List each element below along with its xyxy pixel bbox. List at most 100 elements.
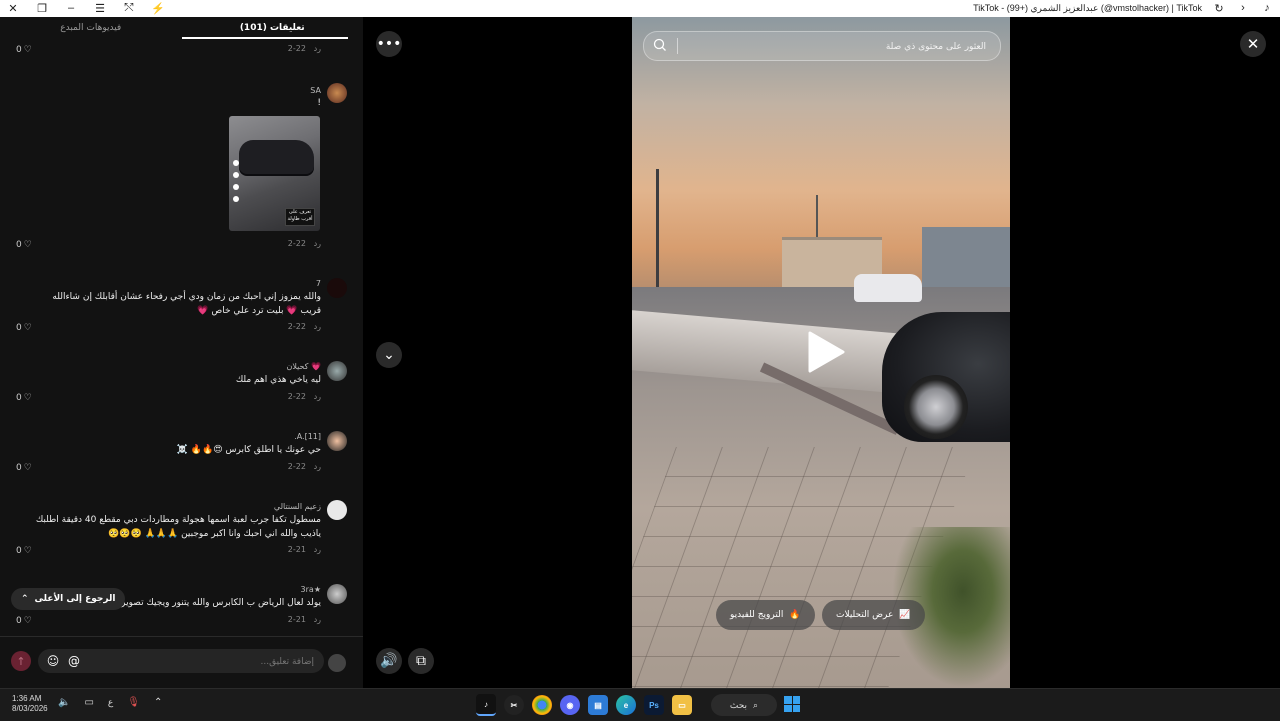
discord-app-icon[interactable]: ◉: [560, 695, 580, 715]
ellipsis-icon: •••: [376, 36, 402, 52]
comment-text: !: [317, 98, 321, 108]
speaker-icon[interactable]: 🔈: [58, 697, 70, 708]
chrome-app-icon[interactable]: [532, 695, 552, 715]
mini-player-button[interactable]: ⧉: [408, 648, 434, 674]
comment-username[interactable]: كحيلان 💗: [286, 362, 321, 371]
speaker-icon: 🔊: [380, 653, 398, 669]
comment-username[interactable]: .A.[11]: [294, 432, 321, 441]
extension-icon[interactable]: ⚡: [151, 1, 165, 15]
like-button[interactable]: 0 ♡: [16, 546, 32, 556]
avatar[interactable]: [327, 500, 347, 520]
promote-video-button[interactable]: 🔥 الترويج للفيديو: [716, 600, 815, 630]
reply-link[interactable]: رد: [314, 462, 321, 471]
video-search-input[interactable]: [684, 38, 988, 56]
comment-input-box: ☺ @: [38, 649, 324, 673]
comment-image[interactable]: تعرف على أقرب طاولة: [229, 116, 320, 231]
reply-link[interactable]: رد: [314, 545, 321, 554]
like-button[interactable]: 0 ♡: [16, 616, 32, 626]
start-button[interactable]: [784, 696, 800, 712]
like-button[interactable]: 0 ♡: [16, 45, 32, 55]
forward-icon[interactable]: ›: [1236, 1, 1250, 15]
flame-icon: 🔥: [789, 610, 801, 620]
chevron-up-icon[interactable]: ⌃: [154, 697, 162, 708]
restore-window-button[interactable]: ❐: [35, 1, 49, 15]
comment-meta: 2-22 رد: [287, 392, 321, 401]
like-button[interactable]: 0 ♡: [16, 323, 32, 333]
emoji-icon[interactable]: ☺: [44, 652, 62, 670]
image-icons: [233, 160, 239, 202]
pin-icon[interactable]: ⤲: [122, 1, 136, 15]
tiktok-icon: ♪: [1264, 2, 1270, 14]
like-button[interactable]: 0 ♡: [16, 463, 32, 473]
avatar[interactable]: [327, 431, 347, 451]
menu-icon[interactable]: ☰: [93, 1, 107, 15]
reply-link[interactable]: رد: [314, 615, 321, 624]
reply-link[interactable]: رد: [314, 322, 321, 331]
taskbar: 1:36 AM 8/03/2026 🔈 ▭ ع 🎙 ⌃ ♪ ✂ ◉ ▤ e Ps…: [0, 688, 1280, 721]
microphone-icon[interactable]: 🎙: [127, 697, 140, 708]
comment-username[interactable]: SA: [310, 86, 321, 95]
comment-composer: ↑ ☺ @: [0, 636, 363, 689]
mini-player-icon: ⧉: [416, 653, 426, 669]
refresh-icon[interactable]: ↻: [1212, 1, 1226, 15]
avatar[interactable]: [327, 584, 347, 604]
taskbar-search[interactable]: بحث ⌕: [711, 694, 777, 716]
mention-icon[interactable]: @: [65, 652, 83, 670]
comment-username[interactable]: 3ra★: [301, 585, 321, 594]
heart-icon: ♡: [23, 616, 32, 626]
clock[interactable]: 1:36 AM 8/03/2026: [12, 694, 48, 714]
close-video-button[interactable]: ✕: [1240, 31, 1266, 57]
avatar[interactable]: [327, 361, 347, 381]
divider: [677, 38, 678, 54]
comment-text: ليه ياخي هذي اهم ملك: [235, 375, 321, 385]
reply-link[interactable]: رد: [314, 239, 321, 248]
next-video-button[interactable]: ⌄: [376, 342, 402, 368]
heart-icon: ♡: [23, 463, 32, 473]
comment-meta: 2-22 رد: [287, 44, 321, 53]
comment-text: والله يمزوز إني احبك من زمان ودي أجي رفح…: [52, 292, 321, 316]
car-wheel: [904, 375, 968, 439]
play-icon[interactable]: [806, 330, 846, 374]
image-caption: تعرف على أقرب طاولة: [285, 208, 315, 226]
system-tray: 🔈 ▭ ع 🎙 ⌃: [58, 697, 162, 708]
back-to-top-button[interactable]: ⌃ الرجوع إلى الأعلى: [11, 588, 126, 610]
photoshop-app-icon[interactable]: Ps: [644, 695, 664, 715]
comment-text: حي عونك يا اطلق كابرس 😍🔥🔥 ☠️: [176, 445, 321, 455]
close-window-button[interactable]: ✕: [6, 1, 20, 15]
comment-meta: 2-21 رد: [287, 545, 321, 554]
tiktok-app-icon[interactable]: ♪: [476, 694, 496, 716]
like-button[interactable]: 0 ♡: [16, 240, 32, 250]
reply-link[interactable]: رد: [314, 44, 321, 53]
avatar[interactable]: [327, 83, 347, 103]
taskbar-apps: ♪ ✂ ◉ ▤ e Ps ▭: [476, 694, 692, 716]
view-analytics-button[interactable]: 📈 عرض التحليلات: [822, 600, 925, 630]
send-button[interactable]: ↑: [11, 651, 31, 671]
video-player[interactable]: 🔥 الترويج للفيديو 📈 عرض التحليلات: [632, 17, 1010, 688]
comment-input[interactable]: [92, 653, 316, 671]
volume-button[interactable]: 🔊: [376, 648, 402, 674]
tab-comments[interactable]: (101) تعليقات: [181, 17, 364, 39]
edge-app-icon[interactable]: e: [616, 695, 636, 715]
search-icon: ⌕: [753, 699, 759, 710]
window-title: TikTok - (99+) عبدالعزيز الشمري (@vmstol…: [973, 2, 1202, 13]
comment-username[interactable]: زعيم السنتالي: [274, 502, 321, 511]
search-icon[interactable]: [652, 37, 668, 53]
avatar[interactable]: [327, 278, 347, 298]
tab-creator-videos[interactable]: فيديوهات المبدع: [0, 17, 182, 39]
chevron-up-icon: ⌃: [21, 594, 29, 604]
like-button[interactable]: 0 ♡: [16, 393, 32, 403]
language-indicator[interactable]: ع: [108, 697, 113, 708]
display-icon[interactable]: ▭: [84, 697, 93, 708]
white-suv: [854, 274, 922, 302]
file-explorer-app-icon[interactable]: ▭: [672, 695, 692, 715]
comments-tabs: فيديوهات المبدع (101) تعليقات: [0, 17, 363, 39]
minimize-window-button[interactable]: –: [64, 1, 78, 15]
heart-icon: ♡: [23, 240, 32, 250]
comment-meta: 2-21 رد: [287, 615, 321, 624]
comment-username[interactable]: 7: [316, 279, 321, 288]
files-app-icon[interactable]: ▤: [588, 695, 608, 715]
window-titlebar: ✕ ❐ – ☰ ⤲ ⚡ TikTok - (99+) عبدالعزيز الش…: [0, 0, 1280, 17]
reply-link[interactable]: رد: [314, 392, 321, 401]
capcut-app-icon[interactable]: ✂: [504, 695, 524, 715]
more-options-button[interactable]: •••: [376, 31, 402, 57]
